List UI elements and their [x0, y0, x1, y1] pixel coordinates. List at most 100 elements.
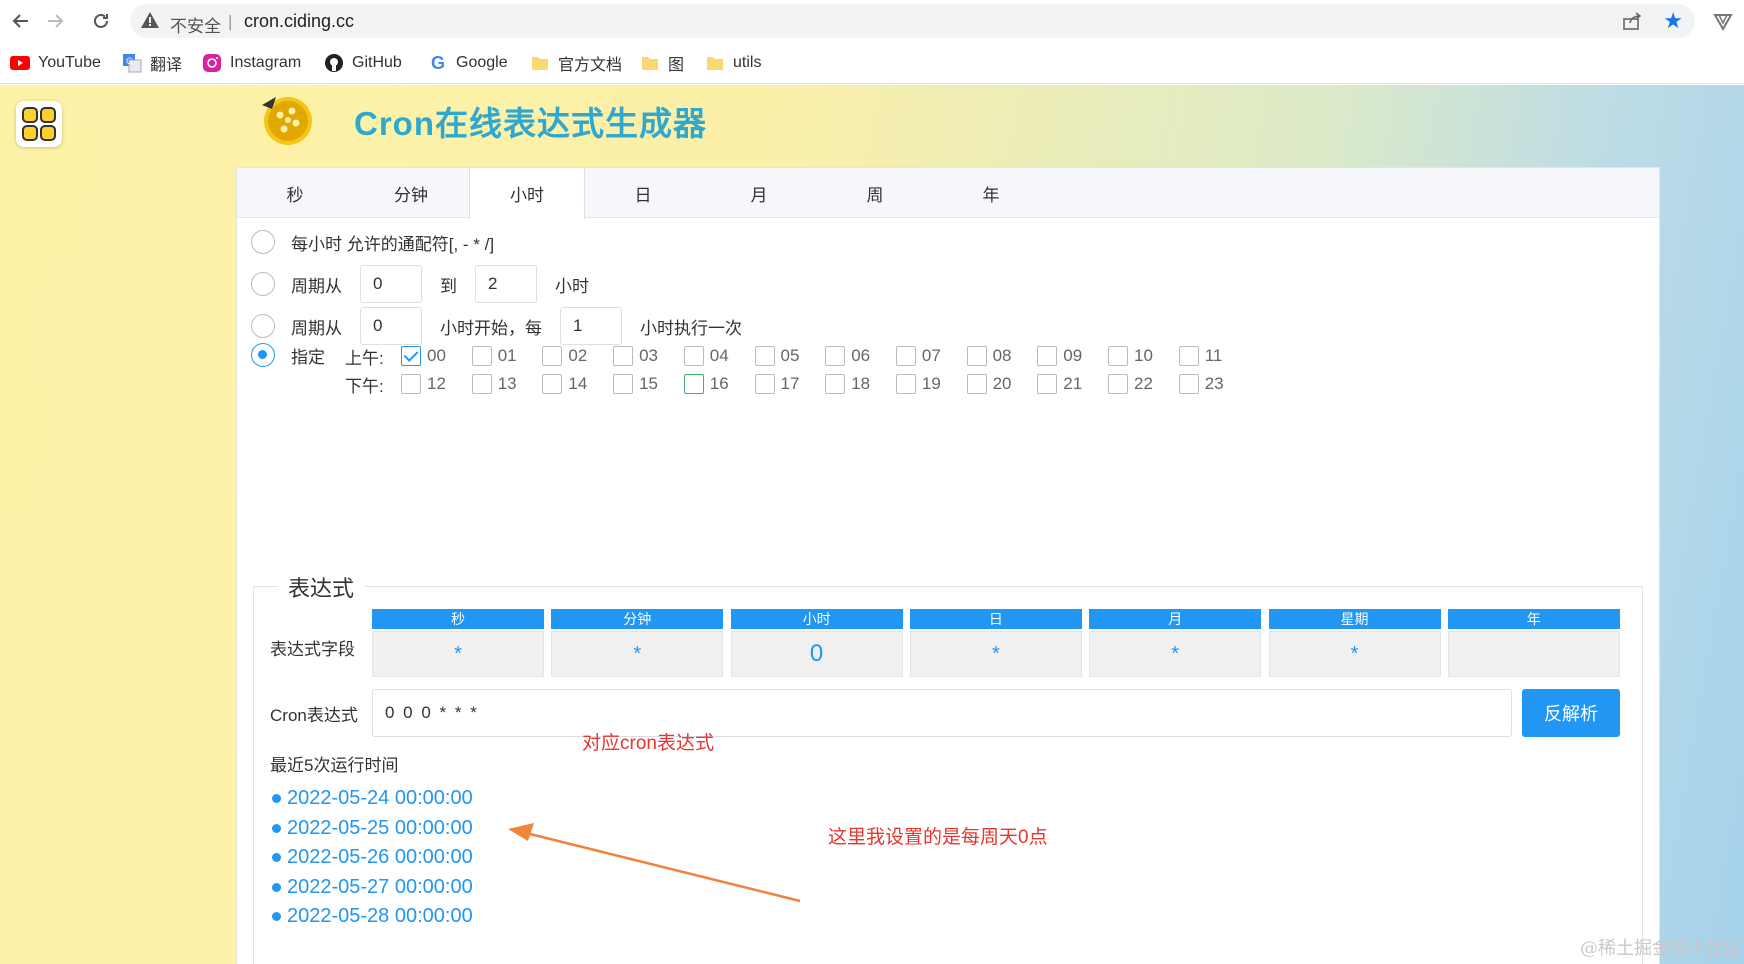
- hour-checkbox-07[interactable]: 07: [895, 344, 941, 368]
- pm-label: 下午:: [345, 377, 384, 396]
- radio-range[interactable]: [251, 272, 275, 296]
- hour-checkbox-17[interactable]: 17: [754, 372, 799, 396]
- step-every-input[interactable]: [560, 307, 622, 345]
- hour-checkbox-13[interactable]: 13: [471, 372, 517, 396]
- app-launcher-button[interactable]: [16, 101, 62, 147]
- checkbox[interactable]: [1037, 346, 1058, 366]
- recent-run-item: 2022-05-25 00:00:00: [272, 817, 473, 840]
- radio-step[interactable]: [251, 314, 275, 338]
- hour-checkbox-23[interactable]: 23: [1178, 372, 1224, 396]
- checkbox[interactable]: [471, 346, 492, 366]
- checkbox[interactable]: [542, 346, 563, 366]
- hour-checkbox-12[interactable]: 12: [401, 372, 446, 396]
- bookmark-folder-docs[interactable]: 官方文档: [530, 51, 622, 75]
- bookmark-google[interactable]: G Google: [428, 51, 508, 75]
- security-label: 不安全: [170, 17, 221, 36]
- bookmark-youtube[interactable]: YouTube: [10, 51, 101, 75]
- hour-checkbox-19[interactable]: 19: [895, 372, 941, 396]
- expression-fieldset: 表达式 表达式字段 秒 * 分钟 * 小时 0 日 * 月 * 星期 * 年 Cron表达式 0 0 0…: [253, 571, 1643, 964]
- option-every-hour[interactable]: 每小时 允许的通配符[, - * /]: [251, 226, 494, 258]
- hour-label: 08: [992, 346, 1012, 365]
- hour-checkbox-16[interactable]: 16: [683, 372, 729, 396]
- checkbox[interactable]: [825, 374, 846, 394]
- hour-checkbox-01[interactable]: 01: [471, 344, 517, 368]
- checkbox[interactable]: [966, 374, 987, 394]
- cron-expression-input[interactable]: 0 0 0 * * *: [372, 689, 1512, 737]
- hour-checkbox-11[interactable]: 11: [1178, 344, 1222, 368]
- hour-checkbox-09[interactable]: 09: [1037, 344, 1082, 368]
- tab-year[interactable]: 年: [933, 168, 1049, 218]
- step-suffix: 小时执行一次: [640, 318, 742, 338]
- hour-checkbox-03[interactable]: 03: [613, 344, 658, 368]
- checkbox[interactable]: [401, 374, 421, 394]
- tab-minute[interactable]: 分钟: [353, 168, 469, 218]
- tab-day[interactable]: 日: [585, 168, 701, 218]
- hour-checkbox-18[interactable]: 18: [825, 372, 870, 396]
- checkbox[interactable]: [683, 374, 704, 394]
- profile-menu-icon[interactable]: [1712, 10, 1734, 32]
- radio-every-hour[interactable]: [251, 230, 275, 254]
- radio-specify[interactable]: [251, 343, 275, 367]
- checkbox[interactable]: [542, 374, 563, 394]
- checkbox[interactable]: [1108, 374, 1128, 394]
- forward-button[interactable]: [42, 8, 68, 34]
- checkbox[interactable]: [1108, 346, 1128, 366]
- option-specify[interactable]: 指定: [251, 339, 325, 371]
- hour-checkbox-06[interactable]: 06: [825, 344, 870, 368]
- hour-checkbox-15[interactable]: 15: [613, 372, 658, 396]
- reload-button[interactable]: [88, 8, 114, 34]
- hour-checkbox-20[interactable]: 20: [966, 372, 1012, 396]
- bookmark-folder-utils[interactable]: utils: [705, 51, 761, 75]
- hour-checkbox-21[interactable]: 21: [1037, 372, 1082, 396]
- checkbox[interactable]: [825, 346, 846, 366]
- bookmark-label: 图: [668, 57, 685, 74]
- checkbox[interactable]: [966, 346, 987, 366]
- tab-second[interactable]: 秒: [237, 168, 353, 218]
- checkbox[interactable]: [683, 346, 704, 366]
- address-bar[interactable]: 不安全 | cron.ciding.cc ★: [130, 4, 1695, 38]
- hour-checkbox-00[interactable]: 00: [401, 344, 446, 368]
- bookmark-star-icon[interactable]: ★: [1663, 8, 1683, 34]
- bookmark-translate[interactable]: G 翻译: [122, 51, 182, 75]
- bookmark-github[interactable]: GitHub: [324, 51, 402, 75]
- checkbox[interactable]: [613, 346, 634, 366]
- checkbox[interactable]: [895, 346, 916, 366]
- range-suffix: 小时: [555, 276, 589, 296]
- bookmark-instagram[interactable]: Instagram: [202, 51, 301, 75]
- hour-checkbox-08[interactable]: 08: [966, 344, 1012, 368]
- hour-checkbox-10[interactable]: 10: [1108, 344, 1153, 368]
- checkbox[interactable]: [754, 346, 775, 366]
- option-range[interactable]: 周期从 到 小时: [251, 265, 589, 303]
- option-step[interactable]: 周期从 小时开始，每 小时执行一次: [251, 307, 742, 345]
- hour-checkbox-04[interactable]: 04: [683, 344, 729, 368]
- checkbox[interactable]: [471, 374, 492, 394]
- url-text[interactable]: cron.ciding.cc: [244, 11, 354, 32]
- range-from-input[interactable]: [360, 265, 422, 303]
- back-button[interactable]: [8, 8, 34, 34]
- bookmark-folder-images[interactable]: 图: [640, 51, 684, 75]
- hour-checkbox-14[interactable]: 14: [542, 372, 587, 396]
- checkbox[interactable]: [1178, 346, 1199, 366]
- tab-week[interactable]: 周: [817, 168, 933, 218]
- hour-checkbox-22[interactable]: 22: [1108, 372, 1153, 396]
- specify-label: 指定: [291, 347, 325, 367]
- hour-label: 13: [497, 374, 517, 393]
- run-time-text: 2022-05-25 00:00:00: [287, 816, 473, 839]
- checkbox[interactable]: [1178, 374, 1199, 394]
- checkbox[interactable]: [401, 346, 421, 366]
- hour-checkbox-05[interactable]: 05: [754, 344, 799, 368]
- step-start-input[interactable]: [360, 307, 422, 345]
- hour-label: 02: [568, 346, 588, 365]
- tab-month[interactable]: 月: [701, 168, 817, 218]
- checkbox[interactable]: [613, 374, 634, 394]
- checkbox[interactable]: [1037, 374, 1058, 394]
- range-to-input[interactable]: [475, 265, 537, 303]
- range-prefix: 周期从: [291, 276, 342, 296]
- checkbox[interactable]: [895, 374, 916, 394]
- checkbox[interactable]: [754, 374, 775, 394]
- share-icon[interactable]: [1621, 10, 1643, 32]
- hour-checkbox-02[interactable]: 02: [542, 344, 587, 368]
- tab-hour[interactable]: 小时: [469, 168, 585, 219]
- reverse-parse-button[interactable]: 反解析: [1522, 689, 1620, 737]
- hour-label: 14: [568, 374, 588, 393]
